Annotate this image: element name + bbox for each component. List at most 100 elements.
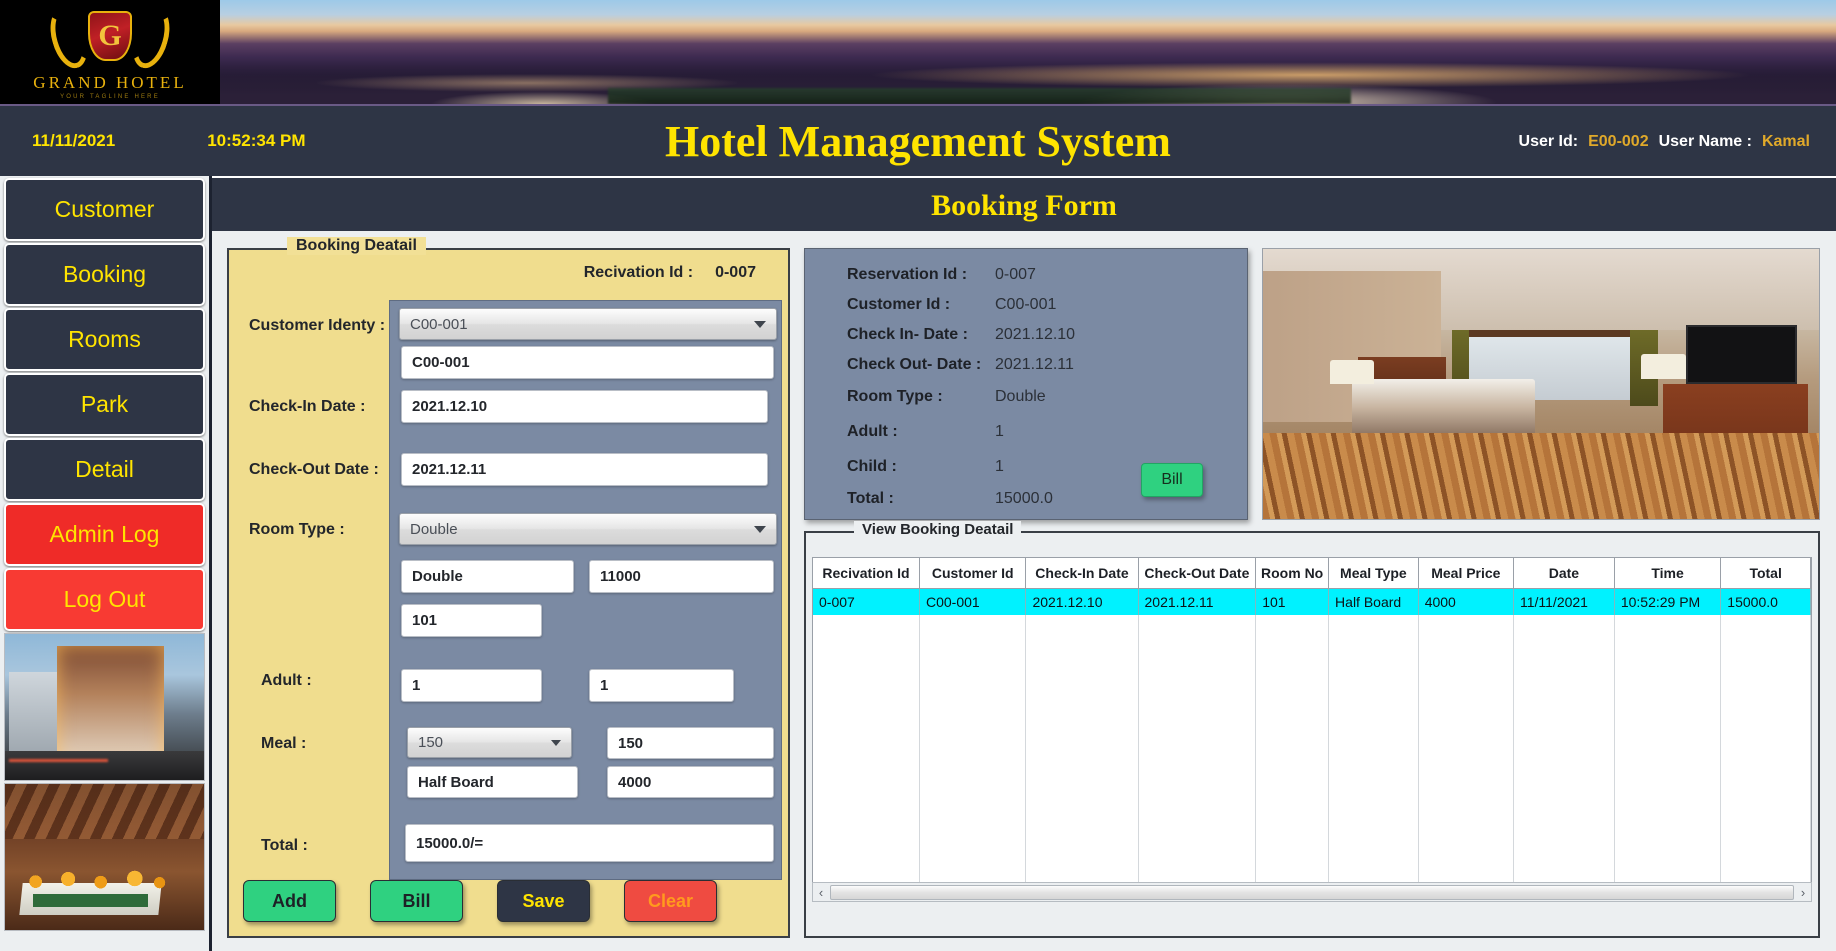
scroll-left-icon[interactable]: ‹	[813, 885, 829, 900]
sidebar-item-admin-log[interactable]: Admin Log	[4, 503, 205, 566]
column-header-recivation-id[interactable]: Recivation Id	[813, 558, 920, 589]
room-no-input[interactable]: 101	[401, 604, 542, 637]
cell-customer-id: C00-001	[919, 588, 1027, 615]
photo-light-trail	[8, 759, 109, 763]
customer-id-input[interactable]: C00-001	[401, 346, 774, 379]
table-empty-area	[813, 615, 1811, 896]
room-type-dropdown[interactable]: Double	[399, 513, 777, 545]
laurel-left-icon	[44, 3, 94, 72]
adult-count-input[interactable]: 1	[401, 669, 542, 702]
child-count-input[interactable]: 1	[589, 669, 734, 702]
summary-key: Child :	[847, 457, 897, 475]
meal-dropdown[interactable]: 150	[407, 727, 572, 758]
add-button-label: Add	[272, 890, 307, 911]
laurel-right-icon	[126, 3, 176, 72]
summary-value: 15000.0	[995, 489, 1053, 507]
photo-television	[1685, 324, 1797, 384]
photo-street	[5, 750, 204, 780]
summary-row: Adult : 1	[805, 414, 1247, 449]
scroll-right-icon[interactable]: ›	[1795, 885, 1811, 900]
save-button[interactable]: Save	[497, 880, 590, 922]
customer-identity-dropdown-value: C00-001	[410, 315, 468, 333]
banner-foliage	[607, 88, 1352, 104]
meal-price-input[interactable]: 4000	[607, 766, 774, 798]
column-header-meal-type[interactable]: Meal Type	[1328, 558, 1419, 589]
sidebar-item-label: Detail	[75, 456, 134, 482]
view-booking-legend: View Booking Deatail	[854, 521, 1022, 538]
booking-detail-panel: Booking Deatail Recivation Id : 0-007 Cu…	[227, 237, 790, 938]
summary-value: 1	[995, 457, 1004, 475]
room-type-input[interactable]: Double	[401, 560, 574, 593]
label-adult: Adult :	[261, 672, 312, 689]
logo-letter: G	[98, 18, 122, 52]
room-type-dropdown-value: Double	[410, 520, 458, 538]
meal-code-input[interactable]: 150	[607, 727, 774, 759]
column-header-customer-id[interactable]: Customer Id	[919, 558, 1027, 589]
summary-key: Total :	[847, 489, 894, 507]
shield-icon: G	[88, 10, 132, 61]
hotel-logo: G GRAND HOTEL YOUR TAGLINE HERE	[0, 0, 220, 104]
cell-time: 10:52:29 PM	[1614, 588, 1722, 615]
room-rate-input[interactable]: 11000	[589, 560, 774, 593]
sidebar-item-label: Booking	[62, 261, 147, 287]
scrollbar-thumb[interactable]	[830, 884, 1794, 900]
label-customer-identity: Customer Identy :	[249, 317, 386, 334]
photo-table-runner	[32, 893, 149, 907]
cell-check-in-date: 2021.12.10	[1025, 588, 1139, 615]
current-date: 11/11/2021	[32, 131, 116, 150]
user-info: User Id: E00-002 User Name : Kamal	[1519, 106, 1810, 178]
summary-bill-button[interactable]: Bill	[1141, 463, 1203, 497]
label-check-out-date: Check-Out Date :	[249, 461, 379, 478]
sidebar-item-rooms[interactable]: Rooms	[4, 308, 205, 371]
column-header-total[interactable]: Total	[1720, 558, 1811, 589]
column-header-check-out-date[interactable]: Check-Out Date	[1138, 558, 1257, 589]
add-button[interactable]: Add	[243, 880, 336, 922]
sidebar-hotel-exterior-photo	[4, 633, 205, 781]
bill-button[interactable]: Bill	[370, 880, 463, 922]
sidebar-item-customer[interactable]: Customer	[4, 178, 205, 241]
booking-data-grid[interactable]: Recivation Id Customer Id Check-In Date …	[812, 557, 1812, 897]
photo-carpet	[1263, 432, 1819, 519]
logo-name: GRAND HOTEL	[33, 72, 187, 92]
column-header-check-in-date[interactable]: Check-In Date	[1025, 558, 1139, 589]
sidebar-item-label: Customer	[54, 196, 155, 222]
sidebar-item-log-out[interactable]: Log Out	[4, 568, 205, 631]
sidebar-item-label: Admin Log	[49, 521, 160, 547]
table-row[interactable]: 0-007 C00-001 2021.12.10 2021.12.11 101 …	[813, 588, 1811, 615]
table-horizontal-scrollbar[interactable]: ‹ ›	[812, 882, 1812, 902]
summary-key: Reservation Id :	[847, 265, 968, 283]
cell-check-out-date: 2021.12.11	[1138, 588, 1257, 615]
sidebar-item-detail[interactable]: Detail	[4, 438, 205, 501]
current-time: 10:52:34 PM	[207, 131, 306, 150]
clear-button[interactable]: Clear	[624, 880, 717, 922]
header-bar: 11/11/2021 10:52:34 PM Hotel Management …	[0, 104, 1836, 176]
summary-row: Room Type : Double	[805, 379, 1247, 414]
meal-type-input[interactable]: Half Board	[407, 766, 578, 798]
table-header-row: Recivation Id Customer Id Check-In Date …	[813, 558, 1811, 589]
reservation-id-label: Recivation Id :	[583, 264, 694, 281]
sidebar-restaurant-photo	[4, 783, 205, 931]
hotel-management-app: G GRAND HOTEL YOUR TAGLINE HERE 11/11/20…	[0, 0, 1836, 951]
column-header-meal-price[interactable]: Meal Price	[1418, 558, 1514, 589]
summary-value: C00-001	[995, 295, 1057, 313]
total-input[interactable]: 15000.0/=	[405, 824, 774, 862]
clear-button-label: Clear	[647, 890, 694, 911]
check-in-date-input[interactable]: 2021.12.10	[401, 390, 768, 423]
sidebar-item-label: Rooms	[68, 326, 141, 352]
summary-value: 0-007	[995, 265, 1036, 283]
summary-key: Room Type :	[847, 387, 943, 405]
customer-identity-dropdown[interactable]: C00-001	[399, 308, 777, 340]
sidebar-item-park[interactable]: Park	[4, 373, 205, 436]
user-id-value: E00-002	[1588, 133, 1649, 150]
label-check-in-date: Check-In Date :	[249, 398, 366, 415]
column-header-time[interactable]: Time	[1614, 558, 1722, 589]
meal-dropdown-value: 150	[418, 734, 444, 751]
column-header-room-no[interactable]: Room No	[1255, 558, 1330, 589]
label-total: Total :	[261, 837, 308, 854]
column-header-date[interactable]: Date	[1513, 558, 1615, 589]
label-room-type: Room Type :	[249, 521, 345, 538]
check-out-date-input[interactable]: 2021.12.11	[401, 453, 768, 486]
cell-room-no: 101	[1255, 588, 1330, 615]
banner-light-glow	[866, 62, 1756, 88]
sidebar-item-booking[interactable]: Booking	[4, 243, 205, 306]
